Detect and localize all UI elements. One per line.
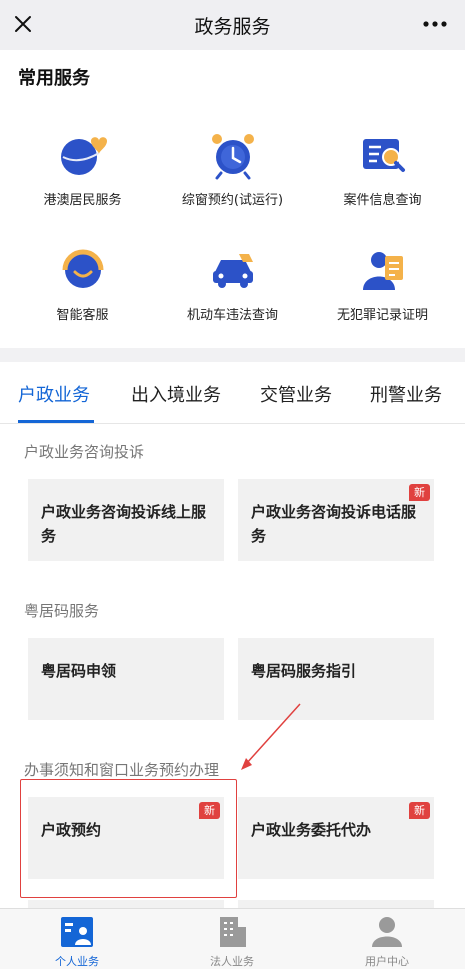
service-smart-support[interactable]: 智能客服 <box>5 242 160 323</box>
personal-icon <box>61 917 93 947</box>
card-label: 户政业务咨询投诉线上服务 <box>41 503 207 545</box>
section-title: 户政业务咨询投诉 <box>24 443 145 461</box>
nav-label: 个人业务 <box>55 955 99 968</box>
service-label: 港澳居民服务 <box>43 193 122 208</box>
service-window-appointment[interactable]: 综窗预约(试运行) <box>155 127 310 208</box>
bottom-nav: 个人业务 法人业务 用户中心 <box>0 908 465 969</box>
tab-traffic[interactable]: 交管业务 <box>260 381 332 407</box>
service-vehicle-violation[interactable]: 机动车违法查询 <box>155 242 310 323</box>
new-badge: 新 <box>409 802 430 819</box>
highlight-box <box>20 779 237 898</box>
service-label: 智能客服 <box>56 308 109 323</box>
hk-macau-resident-icon <box>60 137 107 175</box>
service-card[interactable]: 粤居码申领 <box>28 638 224 720</box>
service-card[interactable]: 户政业务委托代办 新 <box>238 797 434 879</box>
service-no-criminal-record[interactable]: 无犯罪记录证明 <box>305 242 460 323</box>
service-card-partial <box>238 900 434 908</box>
section-divider <box>0 348 465 362</box>
top-bar: 政务服务 <box>0 0 465 50</box>
nav-label: 法人业务 <box>210 955 254 968</box>
nav-legal-entity[interactable]: 法人业务 <box>172 915 292 969</box>
page-title: 政务服务 <box>194 16 271 38</box>
business-tabs: 户政业务 出入境业务 交管业务 刑警业务 <box>0 362 465 424</box>
vehicle-violation-icon <box>212 254 253 288</box>
tab-entry-exit[interactable]: 出入境业务 <box>131 381 221 407</box>
common-services-title: 常用服务 <box>18 68 90 89</box>
service-case-info[interactable]: 案件信息查询 <box>305 127 460 208</box>
no-criminal-record-icon <box>362 252 403 290</box>
customer-service-icon <box>62 249 103 288</box>
section-title: 办事须知和窗口业务预约办理 <box>24 761 220 779</box>
alarm-clock-icon <box>211 134 254 180</box>
card-label: 粤居码申领 <box>41 662 117 680</box>
nav-label: 用户中心 <box>365 955 409 968</box>
case-search-icon <box>362 139 405 172</box>
service-hk-macau-resident[interactable]: 港澳居民服务 <box>5 127 160 208</box>
nav-user-center[interactable]: 用户中心 <box>327 915 447 969</box>
service-card-partial <box>28 900 224 908</box>
card-label: 粤居码服务指引 <box>251 662 357 680</box>
service-card[interactable]: 粤居码服务指引 <box>238 638 434 720</box>
building-icon <box>220 917 246 947</box>
user-icon <box>372 917 402 947</box>
service-card[interactable]: 户政业务咨询投诉电话服务 新 <box>238 479 434 561</box>
nav-personal[interactable]: 个人业务 <box>17 915 137 969</box>
section-title: 粤居码服务 <box>24 602 100 620</box>
tab-indicator <box>18 420 94 423</box>
service-label: 机动车违法查询 <box>186 308 278 323</box>
more-icon[interactable] <box>422 12 448 36</box>
tab-criminal[interactable]: 刑警业务 <box>370 381 442 407</box>
service-label: 案件信息查询 <box>343 193 422 208</box>
tab-household[interactable]: 户政业务 <box>18 381 90 407</box>
service-label: 无犯罪记录证明 <box>336 308 428 323</box>
service-card[interactable]: 户政业务咨询投诉线上服务 <box>28 479 224 561</box>
new-badge: 新 <box>409 484 430 501</box>
card-label: 户政业务委托代办 <box>251 821 372 839</box>
service-label: 综窗预约(试运行) <box>181 193 284 208</box>
card-label: 户政业务咨询投诉电话服务 <box>251 503 417 545</box>
